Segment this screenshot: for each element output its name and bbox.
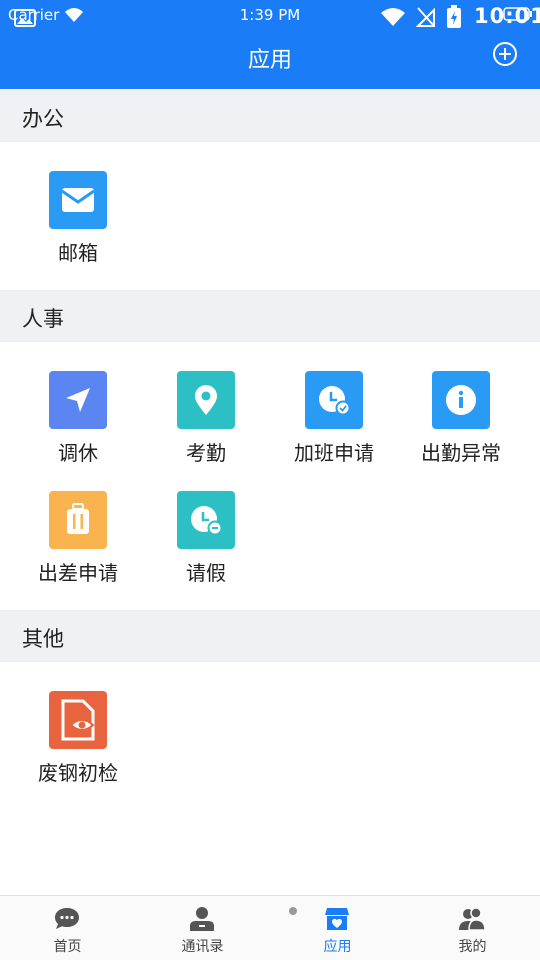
section-header-office: 办公	[0, 90, 540, 142]
notification-dot	[289, 907, 297, 915]
app-label: 出勤异常	[421, 441, 501, 465]
bottom-tab-bar: 首页 通讯录 应用 我的	[0, 895, 540, 960]
tab-label: 首页	[53, 939, 82, 955]
section-header-other: 其他	[0, 610, 540, 662]
app-overtime-request[interactable]: 加班申请	[270, 371, 398, 481]
app-mail[interactable]: 邮箱	[14, 171, 142, 281]
section-title: 其他	[22, 627, 64, 651]
app-leave[interactable]: 请假	[142, 491, 270, 601]
info-icon	[432, 371, 490, 429]
tab-apps[interactable]: 应用	[270, 896, 405, 960]
mail-icon	[49, 171, 107, 229]
add-icon[interactable]	[492, 41, 518, 67]
app-attendance[interactable]: 考勤	[142, 371, 270, 481]
users-icon	[459, 907, 486, 931]
battery-charging-icon	[447, 5, 461, 28]
contact-person-icon	[190, 907, 214, 931]
app-label: 考勤	[186, 441, 226, 465]
app-business-trip[interactable]: 出差申请	[14, 491, 142, 601]
app-label: 出差申请	[38, 561, 118, 585]
tab-me[interactable]: 我的	[405, 896, 540, 960]
app-label: 请假	[186, 561, 226, 585]
tab-home[interactable]: 首页	[0, 896, 135, 960]
battery-icon	[503, 7, 532, 21]
app-label: 邮箱	[58, 241, 98, 265]
section-header-hr: 人事	[0, 290, 540, 342]
wifi-signal-icon	[381, 8, 405, 26]
top-bar: Carrier 1:39 PM 10:01 应用	[0, 0, 540, 89]
tab-contacts[interactable]: 通讯录	[135, 896, 270, 960]
document-eye-icon	[49, 691, 107, 749]
app-label: 调休	[58, 441, 98, 465]
status-bar: Carrier 1:39 PM 10:01	[0, 0, 540, 34]
chat-bubble-icon	[55, 908, 79, 929]
clock-check-icon	[305, 371, 363, 429]
location-pin-icon	[177, 371, 235, 429]
section-title: 办公	[22, 107, 64, 131]
tab-label: 应用	[323, 939, 352, 955]
app-label: 加班申请	[294, 441, 374, 465]
no-signal-icon	[416, 7, 435, 27]
app-time-off[interactable]: 调休	[14, 371, 142, 481]
section-title: 人事	[22, 307, 64, 331]
page-title: 应用	[247, 48, 292, 73]
navigation-arrow-icon	[49, 371, 107, 429]
store-icon	[325, 908, 349, 930]
tab-label: 通讯录	[181, 939, 224, 955]
app-scrap-inspection[interactable]: 废钢初检	[14, 691, 142, 801]
suitcase-icon	[49, 491, 107, 549]
clock-minus-icon	[177, 491, 235, 549]
tab-label: 我的	[458, 939, 487, 955]
app-label: 废钢初检	[38, 761, 118, 785]
app-attendance-exception[interactable]: 出勤异常	[397, 371, 525, 481]
